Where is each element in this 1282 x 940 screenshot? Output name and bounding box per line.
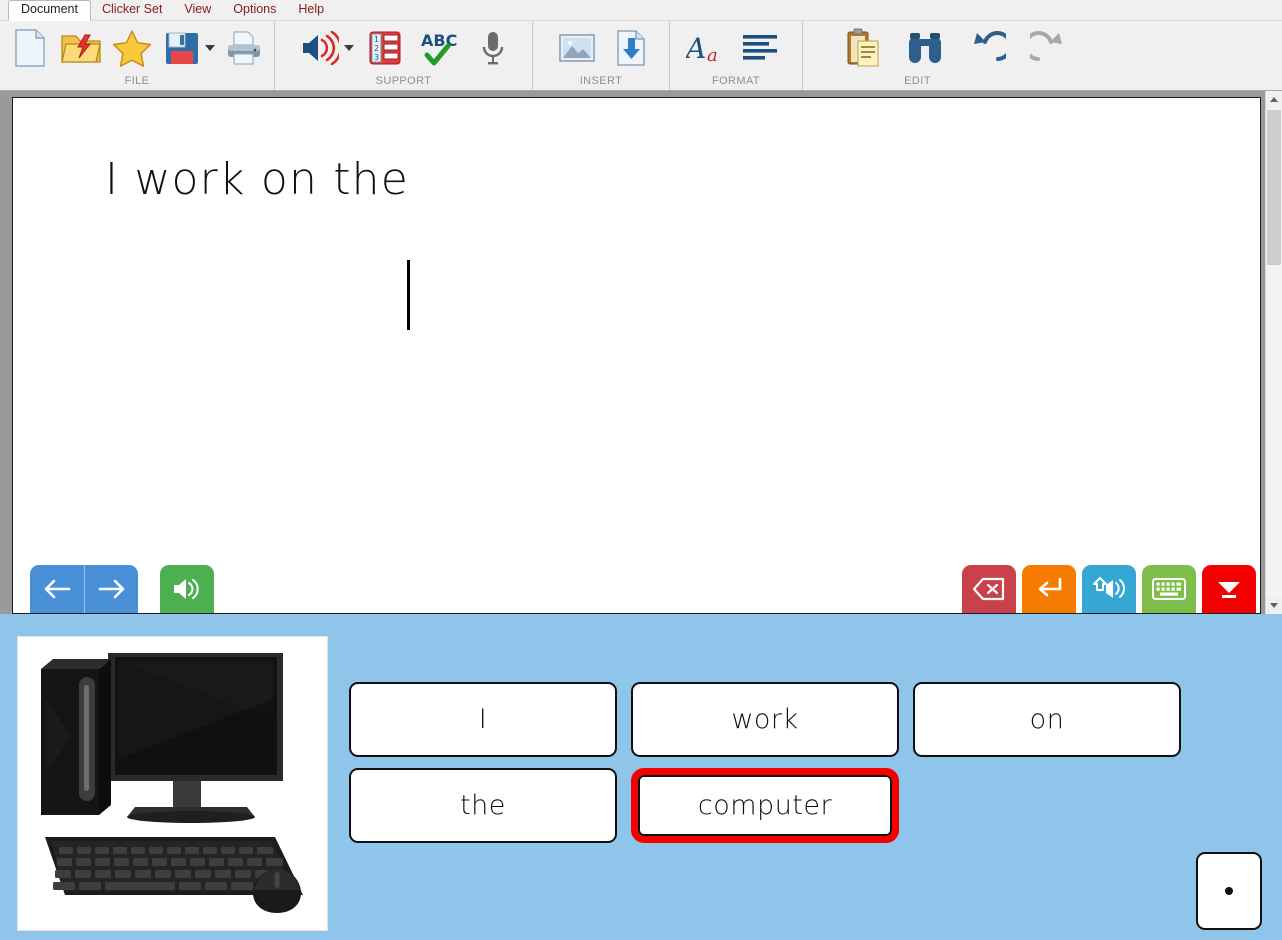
menu-tab-clicker-set[interactable]: Clicker Set	[91, 0, 173, 20]
open-button[interactable]	[57, 24, 106, 72]
previous-page-button[interactable]	[30, 565, 84, 613]
chevron-up-icon	[1270, 97, 1278, 102]
svg-text:1: 1	[374, 35, 379, 44]
word-card-work[interactable]: work	[631, 682, 899, 757]
voice-notes-button[interactable]	[467, 24, 519, 72]
text-caret	[407, 260, 410, 330]
scroll-up-button[interactable]	[1266, 91, 1282, 108]
chevron-down-icon	[1270, 603, 1278, 608]
spell-check-button[interactable]: ABC	[413, 24, 465, 72]
svg-text:3: 3	[374, 53, 379, 62]
document-bottom-toolbar	[13, 555, 1260, 613]
svg-text:A: A	[686, 32, 706, 65]
menu-tab-options[interactable]: Options	[222, 0, 287, 20]
word-bank-button[interactable]: 1 2 3	[359, 24, 411, 72]
document-toolbar-left	[13, 565, 214, 613]
menu-tab-document[interactable]: Document	[8, 0, 91, 21]
save-button[interactable]	[158, 24, 207, 72]
font-button[interactable]: A a	[680, 24, 732, 72]
save-dropdown-caret[interactable]	[202, 24, 217, 72]
ribbon-group-file: FILE	[0, 21, 275, 90]
keyboard-button[interactable]	[1142, 565, 1196, 613]
undo-button[interactable]	[961, 24, 1013, 72]
ribbon-group-edit: EDIT	[803, 21, 1282, 90]
word-card-the[interactable]: the	[349, 768, 617, 843]
word-card-computer[interactable]: computer	[631, 768, 899, 843]
backspace-button[interactable]	[962, 565, 1016, 613]
ribbon-group-support: 1 2 3 ABC SUPPORT	[275, 21, 533, 90]
next-page-button[interactable]	[84, 565, 138, 613]
document-toolbar-right	[962, 565, 1260, 613]
svg-text:ABC: ABC	[421, 31, 457, 50]
speak-dropdown-caret[interactable]	[341, 24, 357, 72]
scroll-down-button[interactable]	[1266, 597, 1282, 614]
word-card-row: I work on	[349, 682, 1181, 757]
print-button[interactable]	[219, 24, 268, 72]
read-aloud-button[interactable]	[160, 565, 214, 613]
document-page[interactable]: I work on the	[12, 97, 1261, 614]
menu-bar: Document Clicker Set View Options Help	[0, 0, 1282, 21]
speak-button[interactable]	[293, 24, 345, 72]
document-text: I work on the	[105, 154, 425, 205]
paste-button[interactable]	[837, 24, 889, 72]
favourites-button[interactable]	[107, 24, 156, 72]
ribbon-group-label-file: FILE	[124, 75, 150, 87]
ribbon-toolbar: FILE 1 2 3 ABC SUPPORT INSERT A a FORMAT…	[0, 21, 1282, 91]
period-dot-icon	[1225, 887, 1233, 895]
document-workspace: I work on the	[0, 91, 1282, 614]
hide-grid-button[interactable]	[1202, 565, 1256, 613]
menu-tab-help[interactable]: Help	[287, 0, 335, 20]
svg-text:a: a	[707, 45, 718, 66]
document-vertical-scrollbar[interactable]	[1265, 91, 1282, 614]
word-card-grid: I work on the computer	[349, 682, 1181, 854]
word-card-row: the computer	[349, 768, 1181, 843]
word-card-on[interactable]: on	[913, 682, 1181, 757]
insert-page-button[interactable]	[605, 24, 657, 72]
word-card-i[interactable]: I	[349, 682, 617, 757]
insert-picture-button[interactable]	[551, 24, 603, 72]
redo-button[interactable]	[1023, 24, 1075, 72]
speak-word-button[interactable]	[1082, 565, 1136, 613]
ribbon-group-label-edit: EDIT	[904, 75, 931, 87]
desktop-computer-image	[22, 641, 323, 926]
menu-tab-view[interactable]: View	[173, 0, 222, 20]
ribbon-group-label-support: SUPPORT	[375, 75, 432, 87]
new-document-button[interactable]	[6, 24, 55, 72]
scrollbar-thumb[interactable]	[1267, 110, 1281, 265]
paragraph-align-button[interactable]	[734, 24, 786, 72]
enter-button[interactable]	[1022, 565, 1076, 613]
punctuation-card-period[interactable]	[1196, 852, 1262, 930]
scrollbar-track[interactable]	[1266, 108, 1282, 597]
clicker-grid-panel: I work on the computer	[0, 614, 1282, 940]
find-button[interactable]	[899, 24, 951, 72]
svg-text:2: 2	[374, 44, 379, 53]
picture-card-computer[interactable]	[17, 636, 328, 931]
